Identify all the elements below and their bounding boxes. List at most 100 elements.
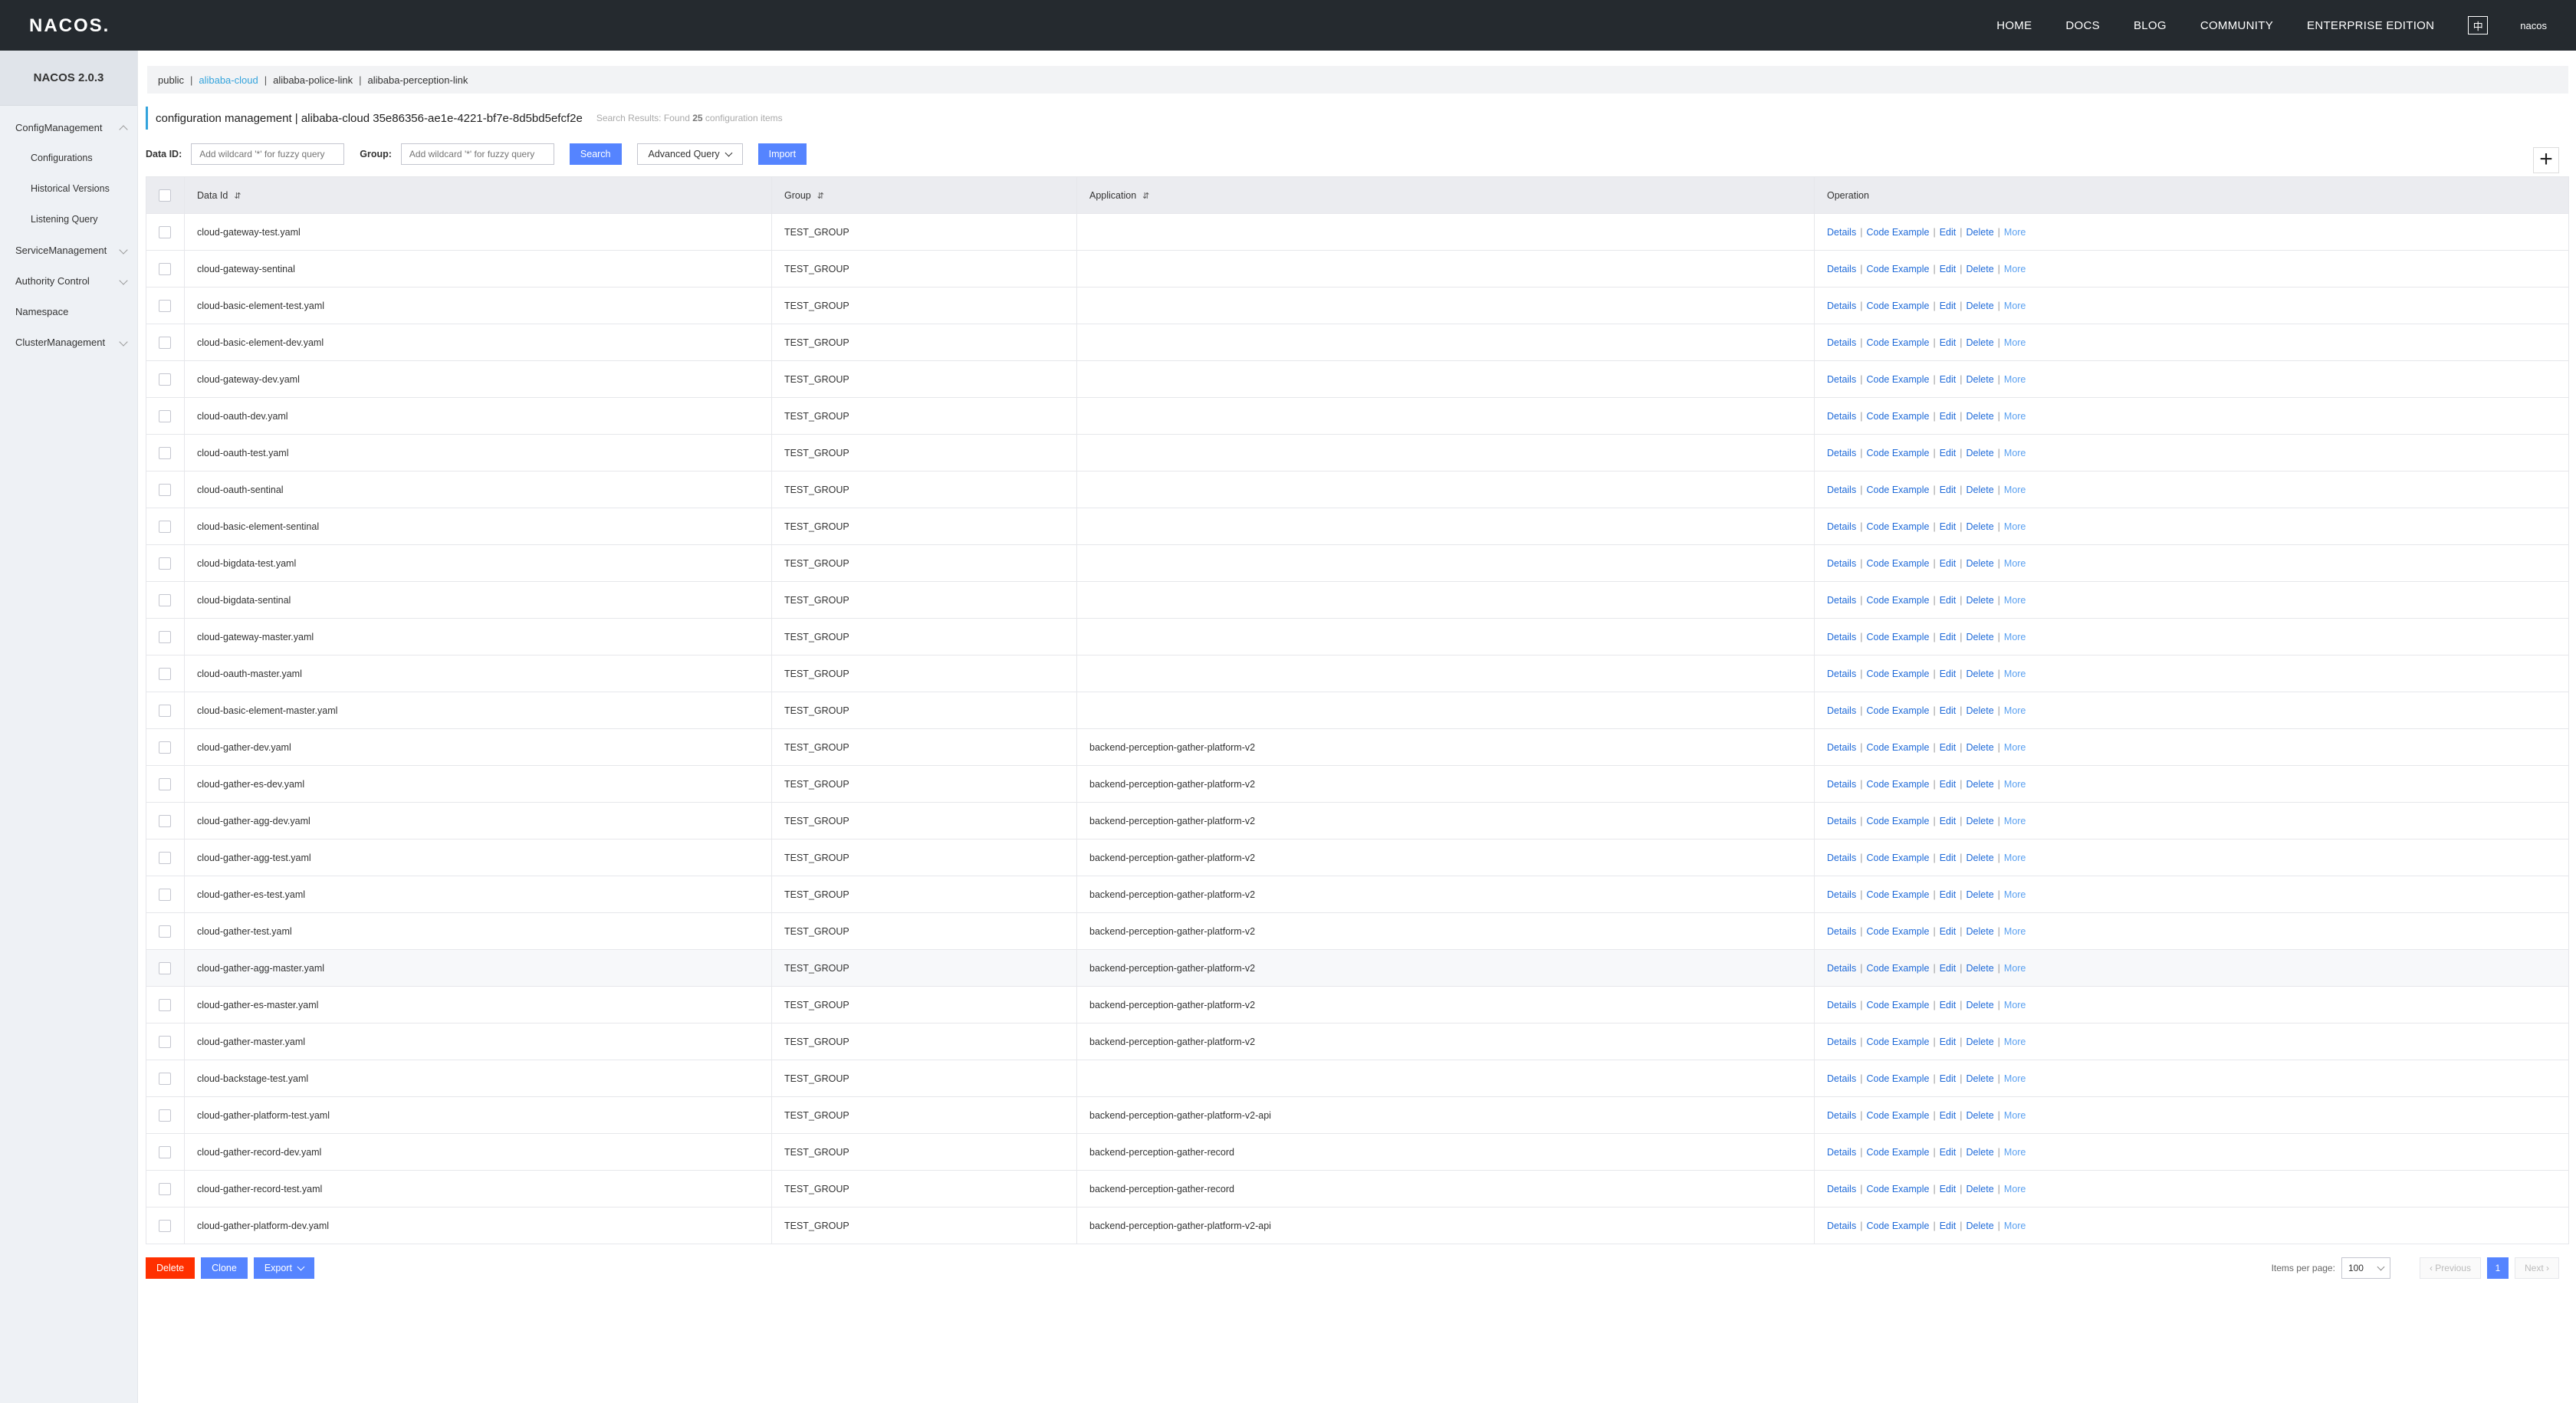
edit-link[interactable]: Edit bbox=[1940, 853, 1957, 863]
more-link[interactable]: More bbox=[2004, 1073, 2026, 1084]
code-example-link[interactable]: Code Example bbox=[1866, 227, 1929, 238]
edit-link[interactable]: Edit bbox=[1940, 669, 1957, 679]
details-link[interactable]: Details bbox=[1827, 301, 1856, 311]
more-link[interactable]: More bbox=[2004, 558, 2026, 569]
details-link[interactable]: Details bbox=[1827, 853, 1856, 863]
code-example-link[interactable]: Code Example bbox=[1866, 926, 1929, 937]
delete-link[interactable]: Delete bbox=[1967, 1184, 1994, 1194]
delete-link[interactable]: Delete bbox=[1967, 963, 1994, 974]
delete-link[interactable]: Delete bbox=[1967, 1147, 1994, 1158]
row-checkbox[interactable] bbox=[159, 998, 171, 1011]
code-example-link[interactable]: Code Example bbox=[1866, 1037, 1929, 1047]
more-link[interactable]: More bbox=[2004, 227, 2026, 238]
delete-link[interactable]: Delete bbox=[1967, 926, 1994, 937]
code-example-link[interactable]: Code Example bbox=[1866, 963, 1929, 974]
details-link[interactable]: Details bbox=[1827, 742, 1856, 753]
sort-icon[interactable]: ⇵ bbox=[1142, 191, 1149, 201]
more-link[interactable]: More bbox=[2004, 374, 2026, 385]
delete-link[interactable]: Delete bbox=[1967, 669, 1994, 679]
details-link[interactable]: Details bbox=[1827, 337, 1856, 348]
more-link[interactable]: More bbox=[2004, 411, 2026, 422]
more-link[interactable]: More bbox=[2004, 448, 2026, 458]
row-checkbox[interactable] bbox=[159, 1145, 171, 1158]
sidebar-item-config-management[interactable]: ConfigManagement bbox=[0, 112, 137, 143]
edit-link[interactable]: Edit bbox=[1940, 595, 1957, 606]
row-checkbox[interactable] bbox=[159, 520, 171, 533]
sidebar-item-namespace[interactable]: Namespace bbox=[0, 296, 137, 327]
edit-link[interactable]: Edit bbox=[1940, 1000, 1957, 1010]
more-link[interactable]: More bbox=[2004, 926, 2026, 937]
details-link[interactable]: Details bbox=[1827, 1110, 1856, 1121]
delete-link[interactable]: Delete bbox=[1967, 705, 1994, 716]
edit-link[interactable]: Edit bbox=[1940, 889, 1957, 900]
delete-link[interactable]: Delete bbox=[1967, 889, 1994, 900]
row-checkbox[interactable] bbox=[159, 1109, 171, 1122]
more-link[interactable]: More bbox=[2004, 705, 2026, 716]
more-link[interactable]: More bbox=[2004, 1221, 2026, 1231]
code-example-link[interactable]: Code Example bbox=[1866, 1147, 1929, 1158]
namespace-public[interactable]: public bbox=[158, 74, 184, 86]
code-example-link[interactable]: Code Example bbox=[1866, 705, 1929, 716]
more-link[interactable]: More bbox=[2004, 816, 2026, 826]
delete-link[interactable]: Delete bbox=[1967, 337, 1994, 348]
edit-link[interactable]: Edit bbox=[1940, 963, 1957, 974]
details-link[interactable]: Details bbox=[1827, 632, 1856, 642]
code-example-link[interactable]: Code Example bbox=[1866, 1073, 1929, 1084]
more-link[interactable]: More bbox=[2004, 595, 2026, 606]
row-checkbox[interactable] bbox=[159, 225, 171, 238]
code-example-link[interactable]: Code Example bbox=[1866, 853, 1929, 863]
sidebar-item-service-management[interactable]: ServiceManagement bbox=[0, 235, 137, 265]
edit-link[interactable]: Edit bbox=[1940, 448, 1957, 458]
namespace-alibaba-cloud[interactable]: alibaba-cloud bbox=[199, 74, 258, 86]
export-button[interactable]: Export bbox=[253, 1257, 314, 1279]
nav-community[interactable]: COMMUNITY bbox=[2200, 19, 2273, 32]
delete-link[interactable]: Delete bbox=[1967, 632, 1994, 642]
edit-link[interactable]: Edit bbox=[1940, 521, 1957, 532]
edit-link[interactable]: Edit bbox=[1940, 1037, 1957, 1047]
row-checkbox[interactable] bbox=[159, 483, 171, 496]
code-example-link[interactable]: Code Example bbox=[1866, 558, 1929, 569]
details-link[interactable]: Details bbox=[1827, 1184, 1856, 1194]
delete-link[interactable]: Delete bbox=[1967, 1037, 1994, 1047]
delete-link[interactable]: Delete bbox=[1967, 1000, 1994, 1010]
code-example-link[interactable]: Code Example bbox=[1866, 595, 1929, 606]
row-checkbox[interactable] bbox=[159, 336, 171, 349]
edit-link[interactable]: Edit bbox=[1940, 779, 1957, 790]
delete-link[interactable]: Delete bbox=[1967, 779, 1994, 790]
details-link[interactable]: Details bbox=[1827, 374, 1856, 385]
row-checkbox[interactable] bbox=[159, 593, 171, 606]
more-link[interactable]: More bbox=[2004, 521, 2026, 532]
advanced-query-button[interactable]: Advanced Query bbox=[636, 143, 743, 165]
more-link[interactable]: More bbox=[2004, 1000, 2026, 1010]
edit-link[interactable]: Edit bbox=[1940, 926, 1957, 937]
edit-link[interactable]: Edit bbox=[1940, 1147, 1957, 1158]
edit-link[interactable]: Edit bbox=[1940, 301, 1957, 311]
edit-link[interactable]: Edit bbox=[1940, 374, 1957, 385]
more-link[interactable]: More bbox=[2004, 889, 2026, 900]
code-example-link[interactable]: Code Example bbox=[1866, 1110, 1929, 1121]
delete-link[interactable]: Delete bbox=[1967, 521, 1994, 532]
row-checkbox[interactable] bbox=[159, 777, 171, 790]
more-link[interactable]: More bbox=[2004, 337, 2026, 348]
row-checkbox[interactable] bbox=[159, 851, 171, 864]
data-id-input[interactable] bbox=[191, 143, 345, 165]
code-example-link[interactable]: Code Example bbox=[1866, 889, 1929, 900]
more-link[interactable]: More bbox=[2004, 742, 2026, 753]
details-link[interactable]: Details bbox=[1827, 448, 1856, 458]
details-link[interactable]: Details bbox=[1827, 264, 1856, 274]
more-link[interactable]: More bbox=[2004, 963, 2026, 974]
sidebar-item-cluster-management[interactable]: ClusterManagement bbox=[0, 327, 137, 357]
code-example-link[interactable]: Code Example bbox=[1866, 1221, 1929, 1231]
sidebar-item-authority-control[interactable]: Authority Control bbox=[0, 265, 137, 296]
code-example-link[interactable]: Code Example bbox=[1866, 521, 1929, 532]
code-example-link[interactable]: Code Example bbox=[1866, 1000, 1929, 1010]
code-example-link[interactable]: Code Example bbox=[1866, 779, 1929, 790]
row-checkbox[interactable] bbox=[159, 925, 171, 938]
details-link[interactable]: Details bbox=[1827, 816, 1856, 826]
edit-link[interactable]: Edit bbox=[1940, 1073, 1957, 1084]
more-link[interactable]: More bbox=[2004, 264, 2026, 274]
import-button[interactable]: Import bbox=[757, 143, 807, 165]
delete-link[interactable]: Delete bbox=[1967, 742, 1994, 753]
code-example-link[interactable]: Code Example bbox=[1866, 411, 1929, 422]
edit-link[interactable]: Edit bbox=[1940, 227, 1957, 238]
